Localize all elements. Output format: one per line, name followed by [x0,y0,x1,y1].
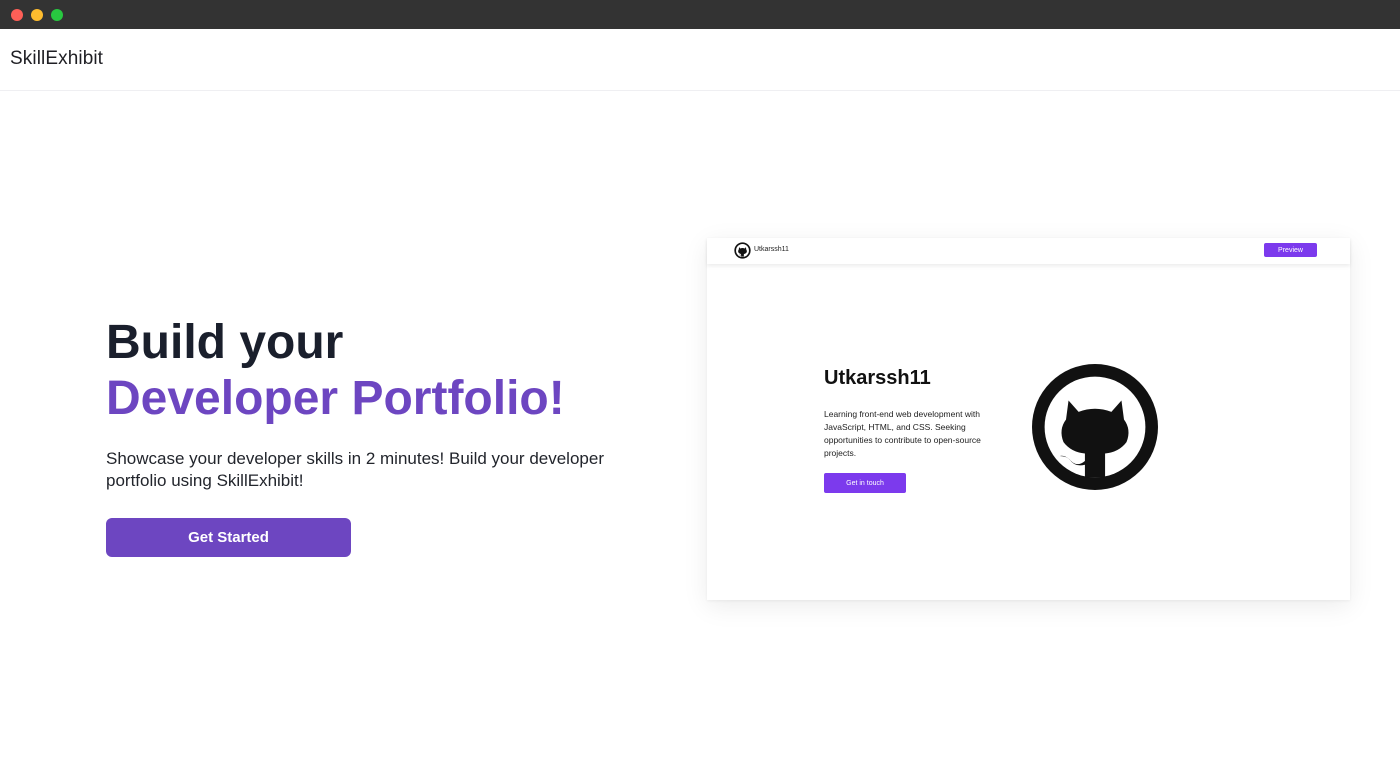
minimize-window-button[interactable] [31,9,43,21]
close-window-button[interactable] [11,9,23,21]
hero-title-line2: Developer Portfolio! [106,372,565,425]
brand-logo-link[interactable]: SkillExhibit [10,48,103,70]
hero-title-line1: Build your [106,316,344,369]
get-started-button[interactable]: Get Started [106,518,351,557]
hero-description: Showcase your developer skills in 2 minu… [106,449,604,490]
preview-title: Utkarssh11 [824,367,931,389]
preview-navbar: Utkarssh11 Preview [707,238,1350,264]
maximize-window-button[interactable] [51,9,63,21]
page-viewport: SkillExhibit Build your Developer Portfo… [0,29,1400,719]
github-icon [734,242,751,259]
window-titlebar [0,0,1400,29]
get-in-touch-button[interactable]: Get in touch [824,473,906,493]
preview-button[interactable]: Preview [1264,243,1317,257]
preview-bio: Learning front-end web development with … [824,409,981,458]
github-avatar-icon [1032,364,1158,490]
top-navbar: SkillExhibit [0,29,1400,91]
portfolio-preview-card: Utkarssh11 Preview Utkarssh11 Learning f… [707,238,1350,600]
preview-nav-username: Utkarssh11 [754,246,789,253]
hero-title: Build your Developer Portfolio! [106,315,565,427]
